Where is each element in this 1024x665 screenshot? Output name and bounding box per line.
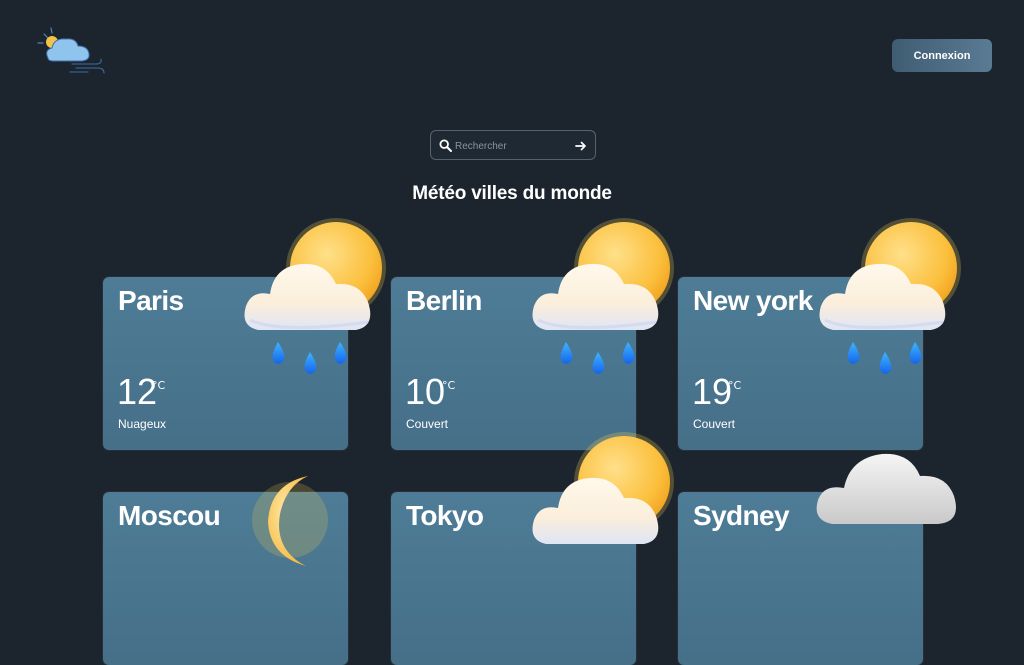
temperature-unit: °C <box>728 379 742 392</box>
temperature-value: 10 <box>405 371 446 412</box>
city-name: Paris <box>118 285 184 316</box>
search-icon[interactable] <box>439 139 452 152</box>
temperature-unit: °C <box>442 379 456 392</box>
search-bar <box>430 130 596 160</box>
temperature-unit: °C <box>152 379 166 392</box>
temperature-value: 19 <box>692 371 733 412</box>
city-name: Berlin <box>406 285 482 316</box>
city-name: New york <box>693 285 813 316</box>
page-title: Météo villes du monde <box>412 183 612 204</box>
sun-cloud-rain-icon <box>244 218 386 374</box>
sun-cloud-icon <box>532 432 674 544</box>
arrow-right-icon[interactable] <box>575 140 587 152</box>
city-name: Tokyo <box>406 500 484 531</box>
sun-cloud-rain-icon <box>819 218 961 374</box>
city-name: Sydney <box>693 500 790 531</box>
temperature-value: 12 <box>117 371 158 412</box>
weather-condition: Nuageux <box>118 417 167 431</box>
weather-condition: Couvert <box>693 417 736 431</box>
search-input[interactable] <box>453 136 567 156</box>
weather-condition: Couvert <box>406 417 449 431</box>
logo-icon <box>37 27 105 74</box>
moon-cloud-icon <box>252 476 328 566</box>
city-name: Moscou <box>118 500 221 531</box>
cloud-icon <box>816 453 956 524</box>
sun-cloud-rain-icon <box>532 218 674 374</box>
login-button[interactable]: Connexion <box>892 39 992 72</box>
